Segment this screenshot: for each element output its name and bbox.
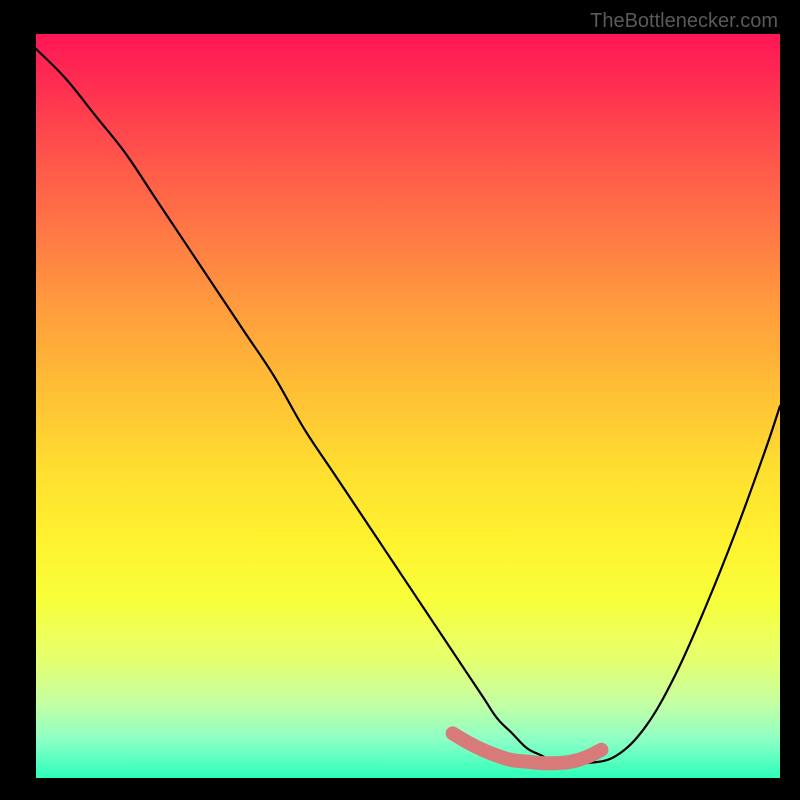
chart-svg xyxy=(36,34,780,778)
chart-stage: TheBottlenecker.com xyxy=(0,0,800,800)
attribution-link[interactable]: TheBottlenecker.com xyxy=(590,10,778,33)
plot-area xyxy=(36,34,780,778)
main-curve xyxy=(36,49,780,764)
